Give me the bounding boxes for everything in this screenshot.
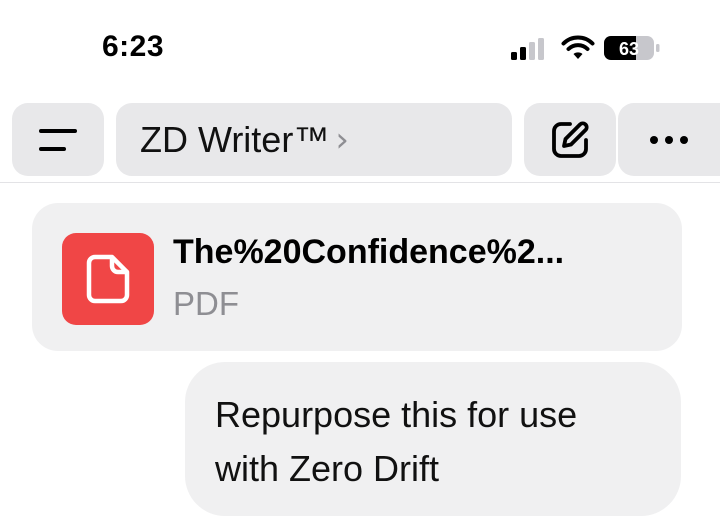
toolbar-divider (0, 182, 720, 183)
chat-screen: 6:23 63 ZD Writer™ › The%20Confidence%2.… (0, 0, 720, 528)
battery-icon: 63 (604, 36, 660, 60)
pdf-file-badge (62, 233, 154, 325)
battery-level: 63 (619, 39, 639, 59)
attachment-card[interactable]: The%20Confidence%2... PDF (32, 203, 682, 351)
status-time: 6:23 (102, 30, 165, 63)
edit-icon (552, 120, 589, 158)
status-bar: 6:23 63 (0, 0, 720, 96)
more-options-button[interactable] (618, 103, 720, 176)
chevron-right-icon: › (335, 119, 349, 160)
user-message-text: Repurpose this for use with Zero Drift (215, 394, 578, 489)
assistant-title-button[interactable]: ZD Writer™ › (116, 103, 512, 176)
wifi-icon (561, 35, 595, 59)
user-message-bubble: Repurpose this for use with Zero Drift (185, 362, 681, 516)
new-chat-button[interactable] (524, 103, 616, 176)
document-icon (86, 254, 130, 304)
attachment-file-name: The%20Confidence%2... (173, 233, 565, 271)
attachment-file-type: PDF (173, 285, 239, 322)
cellular-signal-icon (511, 38, 544, 60)
assistant-title: ZD Writer™ (140, 118, 330, 160)
toolbar: ZD Writer™ › (0, 103, 720, 178)
menu-icon (39, 128, 77, 151)
menu-button[interactable] (12, 103, 104, 176)
more-icon (650, 135, 688, 144)
